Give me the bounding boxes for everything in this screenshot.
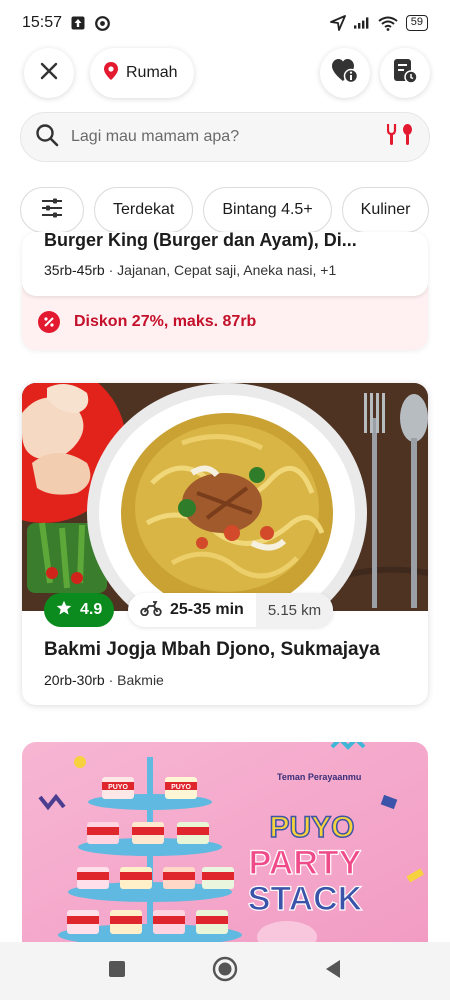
price-range: 20rb-30rb [44,672,105,688]
distance-text: 5.15 km [255,593,334,627]
favorites-button[interactable] [320,48,370,98]
restaurant-card-body: Burger King (Burger dan Ayam), Di... 35r… [22,232,428,296]
location-pin-icon [104,61,118,85]
cup-label: PUYO [108,784,128,791]
restaurant-categories: Jajanan, Cepat saji, Aneka nasi, +1 [117,262,337,278]
order-history-button[interactable] [380,48,430,98]
delivery-info-badge: 25-35 min 5.15 km [128,593,334,627]
discount-icon [38,311,60,333]
back-triangle-icon [326,959,340,978]
filter-chip-kuliner[interactable]: Kuliner [341,187,430,233]
meta-separator: · [108,262,118,278]
filter-chip-label: Bintang 4.5+ [222,201,313,218]
banner-headline-2: PARTY [249,844,362,882]
restaurant-name: Bakmi Jogja Mbah Djono, Sukmajaya [44,639,380,660]
banner-headline-3: STACK [248,880,363,918]
system-navigation-bar [0,942,450,1000]
heart-info-icon [331,58,359,89]
rating-badge: 4.9 [44,593,115,627]
food-listing-screen: 15:57 59 Rumah Lagi mau mamam apa? Terde… [0,0,450,1000]
recents-button[interactable] [108,960,126,983]
location-selector[interactable]: Rumah [90,48,194,98]
filter-bar: Terdekat Bintang 4.5+ Kuliner [20,187,450,233]
star-icon [56,600,72,621]
delivery-time-text: 25-35 min [170,601,244,618]
cup-label: PUYO [171,784,191,791]
search-bar[interactable] [20,112,430,162]
filter-settings-button[interactable] [20,187,84,233]
search-input[interactable] [71,128,375,146]
restaurant-categories: Bakmie [117,672,164,688]
circle-home-icon [212,956,238,981]
banner-headline-1: PUYO [269,811,354,844]
location-label: Rumah [126,64,178,81]
home-button[interactable] [212,956,238,987]
banner-brand: Teman Perayaanmu [277,772,361,782]
promo-banner[interactable]: PUYO PUYO Teman Perayaanmu PUYO PARTY ST… [22,742,428,942]
restaurant-name: Burger King (Burger dan Ayam), Di... [44,232,357,250]
promo-row: Diskon 27%, maks. 87rb [38,311,256,333]
cutlery-icon [386,123,415,151]
rating-value: 4.9 [80,601,103,618]
close-button[interactable] [24,48,74,98]
location-arrow-icon [329,15,346,31]
close-icon [39,61,59,86]
square-icon [109,960,125,977]
wifi-icon [378,15,398,31]
search-icon [35,123,59,152]
upload-notification-icon [70,15,86,31]
status-bar: 15:57 59 [0,0,450,46]
restaurant-card[interactable]: 4.9 25-35 min 5.15 km Bakmi Jogja Mbah D… [22,383,428,705]
meta-separator: · [108,672,118,688]
restaurant-food-image [22,383,428,611]
app-notification-icon [94,15,110,31]
back-button[interactable] [324,959,342,984]
order-list-icon [392,58,418,89]
filter-chip-label: Terdekat [113,201,175,218]
battery-level: 59 [405,15,428,31]
filter-chip-rating[interactable]: Bintang 4.5+ [203,187,332,233]
puyo-banner-image: PUYO PUYO Teman Perayaanmu PUYO PARTY ST… [22,742,428,942]
sliders-icon [41,198,63,223]
restaurant-meta: 20rb-30rb · Bakmie [44,672,164,688]
restaurant-card[interactable]: Burger King (Burger dan Ayam), Di... 35r… [22,232,428,350]
delivery-time: 25-35 min [128,593,256,627]
restaurant-meta: 35rb-45rb · Jajanan, Cepat saji, Aneka n… [44,262,336,278]
filter-chip-label: Kuliner [360,201,411,218]
status-time: 15:57 [22,14,63,31]
filter-chip-terdekat[interactable]: Terdekat [94,187,194,233]
promo-text: Diskon 27%, maks. 87rb [74,313,257,330]
price-range: 35rb-45rb [44,262,105,278]
motorbike-icon [140,600,162,621]
signal-icon [353,15,370,31]
